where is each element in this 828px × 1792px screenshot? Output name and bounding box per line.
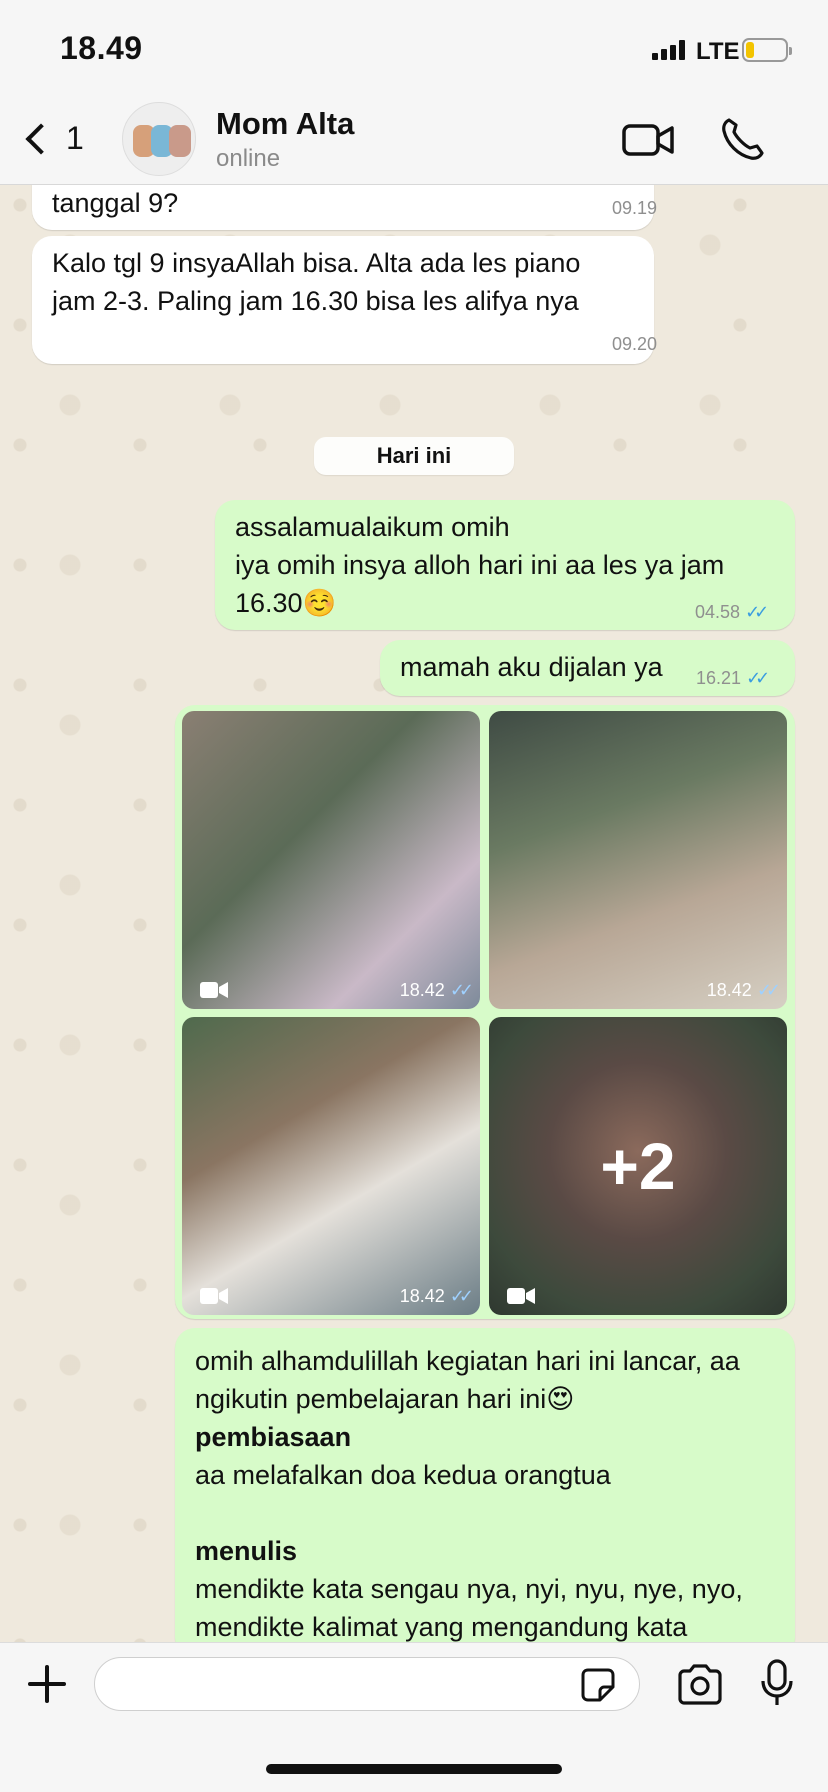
video-call-icon[interactable] [622, 120, 674, 160]
phone-icon[interactable] [720, 116, 766, 162]
chevron-left-icon [25, 122, 57, 155]
contact-status: online [216, 145, 281, 172]
read-receipt-icon: ✓✓ [745, 602, 769, 622]
status-bar: 18.49 LTE [0, 0, 828, 100]
network-type: LTE [696, 38, 740, 65]
message-time: 09.19 [612, 198, 658, 218]
media-grid-bubble[interactable]: 18.42 ✓✓ 18.42 ✓✓ 18.42 ✓✓ +2 [175, 705, 795, 1319]
section-title: menulis [195, 1536, 298, 1566]
date-divider: Hari ini [314, 437, 514, 475]
battery-icon [742, 38, 792, 62]
media-time: 18.42 ✓✓ [399, 1286, 474, 1306]
video-thumbnail[interactable]: 18.42 ✓✓ [489, 711, 787, 1009]
camera-icon[interactable] [676, 1663, 724, 1705]
message-time: 16.21 ✓✓ [696, 668, 770, 688]
chat-header-foreground: 1 Mom Alta online [0, 100, 828, 185]
contact-name[interactable]: Mom Alta [216, 106, 354, 142]
status-time: 18.49 [60, 30, 143, 66]
video-thumbnail[interactable]: 18.42 ✓✓ [182, 1017, 480, 1315]
message-text: Kalo tgl 9 insyaAllah bisa. Alta ada les… [52, 248, 581, 316]
plus-icon[interactable] [28, 1665, 66, 1703]
home-indicator[interactable] [266, 1764, 562, 1774]
message-text: mendikte kata sengau nya, nyi, nyu, nye,… [195, 1574, 743, 1642]
video-icon [200, 982, 228, 998]
message-text: aa melafalkan doa kedua orangtua [195, 1460, 611, 1490]
section-title: pembiasaan [195, 1422, 352, 1452]
microphone-icon[interactable] [760, 1659, 794, 1707]
read-receipt-icon: ✓✓ [746, 668, 770, 688]
message-bubble-outgoing[interactable]: omih alhamdulillah kegiatan hari ini lan… [175, 1328, 795, 1658]
more-media-count: +2 [600, 1129, 676, 1203]
video-icon [507, 1288, 535, 1304]
message-text: assalamualaikum omih iya omih insya allo… [235, 512, 725, 618]
video-thumbnail[interactable]: 18.42 ✓✓ [182, 711, 480, 1009]
avatar[interactable] [122, 102, 196, 176]
message-input[interactable] [94, 1657, 640, 1711]
video-icon [200, 1288, 228, 1304]
message-text: tanggal 9? [52, 188, 179, 218]
media-time: 18.42 ✓✓ [706, 980, 781, 1000]
sticker-icon[interactable] [580, 1667, 616, 1703]
video-thumbnail-more[interactable]: +2 [489, 1017, 787, 1315]
message-bubble-outgoing[interactable]: assalamualaikum omih iya omih insya allo… [215, 500, 795, 630]
message-text: mamah aku dijalan ya [400, 652, 663, 682]
unread-count: 1 [66, 120, 84, 156]
back-button[interactable]: 1 [22, 120, 84, 157]
message-bubble-outgoing[interactable]: mamah aku dijalan ya 16.21 ✓✓ [380, 640, 795, 696]
message-time: 04.58 ✓✓ [695, 602, 769, 622]
media-time: 18.42 ✓✓ [399, 980, 474, 1000]
message-bubble-incoming[interactable]: Kalo tgl 9 insyaAllah bisa. Alta ada les… [32, 236, 658, 364]
message-time: 09.20 [612, 334, 658, 354]
signal-strength-icon [652, 40, 685, 60]
message-text: omih alhamdulillah kegiatan hari ini lan… [195, 1346, 740, 1414]
